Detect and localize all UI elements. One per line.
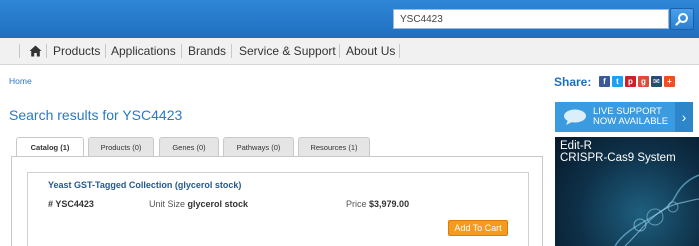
result-title-link[interactable]: Yeast GST-Tagged Collection (glycerol st… [48, 180, 241, 190]
crispr-promo-banner[interactable]: Edit-R CRISPR-Cas9 System [555, 137, 699, 246]
tab-pathways[interactable]: Pathways (0) [223, 137, 294, 157]
main-nav: Products Applications Brands Service & S… [0, 38, 699, 65]
home-icon [29, 45, 42, 57]
add-to-cart-button[interactable]: Add To Cart [448, 220, 508, 236]
pinterest-icon[interactable]: p [625, 76, 636, 87]
nav-brands[interactable]: Brands [188, 38, 226, 64]
nav-separator [399, 44, 400, 58]
nav-separator [339, 44, 340, 58]
twitter-icon[interactable]: t [612, 76, 623, 87]
nav-applications[interactable]: Applications [111, 38, 176, 64]
unit-size: Unit Size glycerol stock [149, 199, 249, 209]
tab-catalog[interactable]: Catalog (1) [16, 137, 84, 158]
tab-products[interactable]: Products (0) [88, 137, 154, 157]
nav-separator [231, 44, 232, 58]
header-bar [0, 0, 699, 38]
nav-separator [105, 44, 106, 58]
catalog-number: # YSC4423 [48, 199, 94, 209]
price: Price $3,979.00 [346, 199, 410, 209]
search-input[interactable] [393, 9, 669, 29]
live-support-button[interactable]: LIVE SUPPORT NOW AVAILABLE › [555, 102, 693, 132]
facebook-icon[interactable]: f [599, 76, 610, 87]
chevron-right-icon: › [675, 102, 693, 132]
search-icon [675, 13, 688, 26]
nav-separator [181, 44, 182, 58]
tab-resources[interactable]: Resources (1) [298, 137, 370, 157]
nav-service-support[interactable]: Service & Support [239, 38, 336, 64]
tab-genes[interactable]: Genes (0) [159, 137, 219, 157]
share-label: Share: [554, 75, 592, 89]
dna-helix-graphic [614, 174, 699, 246]
google-plus-icon[interactable]: g [638, 76, 649, 87]
nav-about-us[interactable]: About Us [346, 38, 395, 64]
home-button[interactable] [29, 38, 42, 64]
plus-share-icon[interactable]: + [664, 76, 675, 87]
page-title: Search results for YSC4423 [9, 107, 183, 123]
nav-separator [19, 44, 20, 58]
chat-bubble-icon [564, 109, 586, 125]
email-icon[interactable]: ✉ [651, 76, 662, 87]
breadcrumb-home[interactable]: Home [9, 76, 32, 86]
nav-separator [46, 44, 47, 58]
search-button[interactable] [670, 8, 694, 30]
live-support-text: LIVE SUPPORT NOW AVAILABLE [593, 106, 669, 127]
nav-products[interactable]: Products [53, 38, 100, 64]
